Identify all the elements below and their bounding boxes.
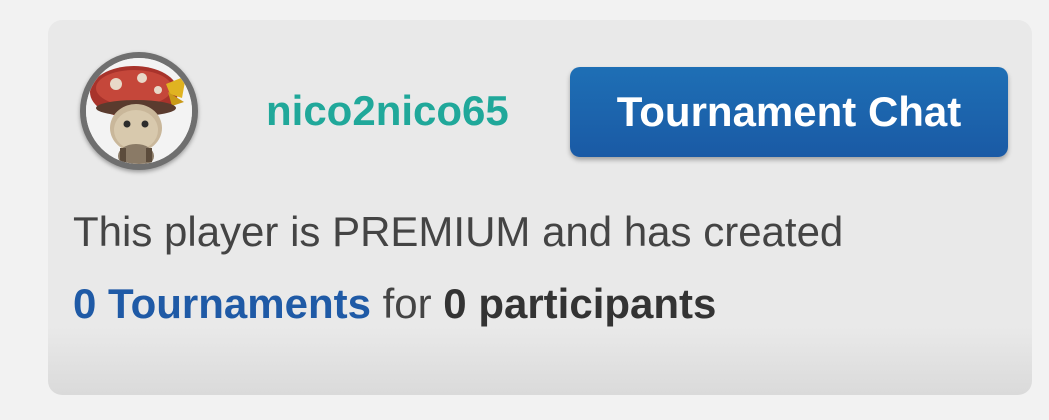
for-label: for <box>382 280 432 327</box>
avatar[interactable] <box>80 52 198 170</box>
participants-count: 0 participants <box>443 280 717 327</box>
premium-description: This player is PREMIUM and has created <box>73 208 844 255</box>
avatar-image <box>86 58 192 164</box>
tournament-stats: 0 Tournaments for 0 participants <box>73 278 716 330</box>
player-profile-card: nico2nico65 Tournament Chat This player … <box>48 20 1032 395</box>
tournament-chat-button[interactable]: Tournament Chat <box>570 67 1008 157</box>
tournaments-count-link[interactable]: 0 Tournaments <box>73 280 371 327</box>
username-link[interactable]: nico2nico65 <box>266 86 509 136</box>
